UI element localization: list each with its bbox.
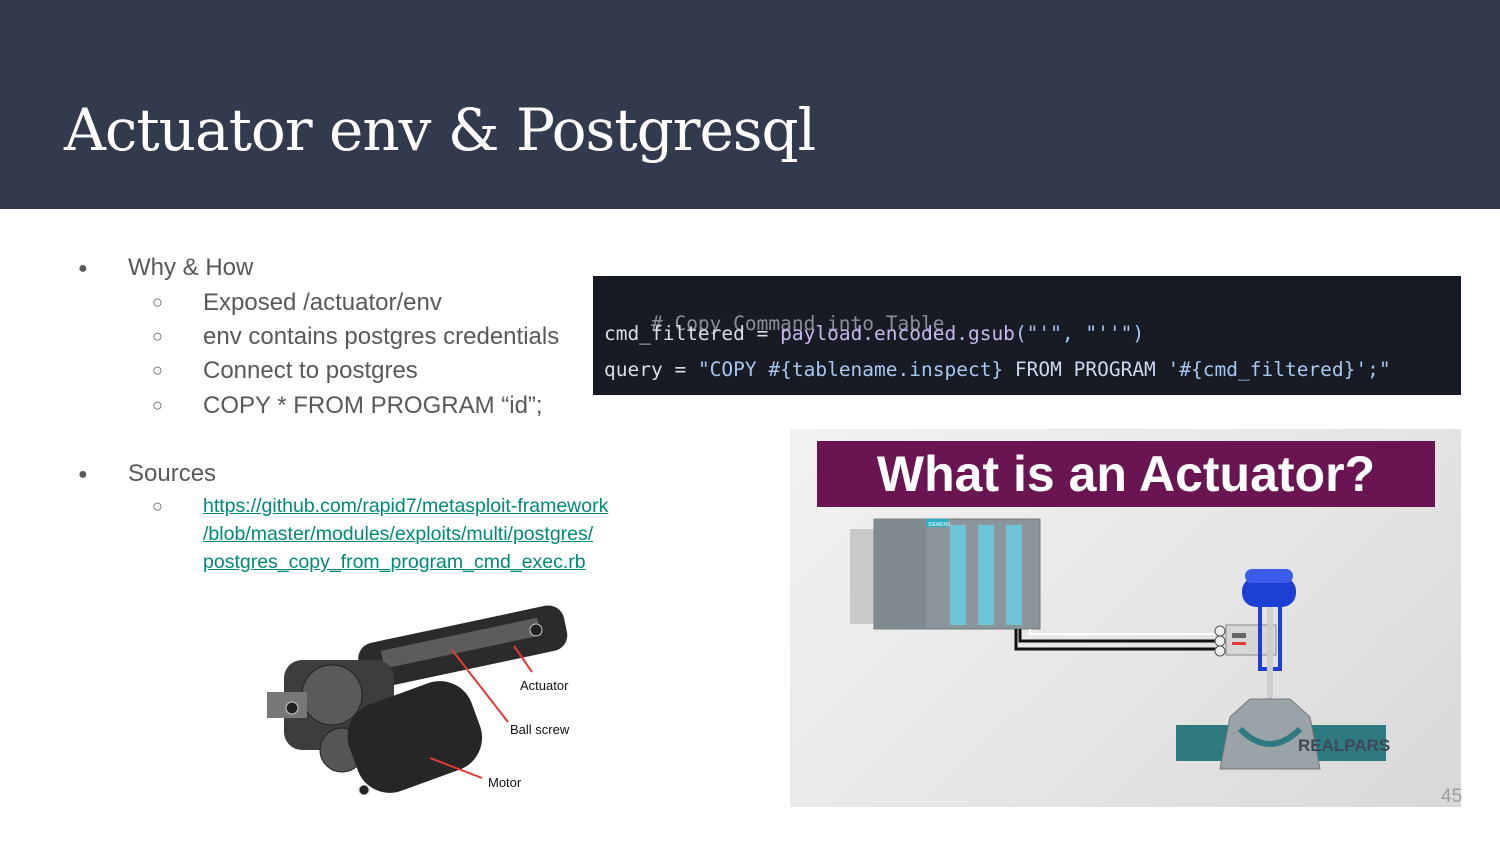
source-link-line-2[interactable]: /blob/master/modules/exploits/multi/post… xyxy=(203,520,593,548)
code-line-query: query = "COPY #{tablename.inspect} FROM … xyxy=(604,357,1391,383)
code-arguments: ("'", "''") xyxy=(1014,322,1145,345)
label-actuator: Actuator xyxy=(520,678,569,693)
signal-wire xyxy=(1029,629,1220,635)
gauge-icon xyxy=(1214,635,1226,647)
sub-bullet-copy: COPY * FROM PROGRAM “id”; xyxy=(203,392,543,419)
bullet-marker: ● xyxy=(78,466,88,483)
sub-bullet-marker: ○ xyxy=(152,360,163,380)
sub-bullet-credentials: env contains postgres credentials xyxy=(203,323,560,350)
bullet-marker: ● xyxy=(78,260,88,277)
code-keyword: FROM PROGRAM xyxy=(1014,358,1156,381)
gauge-icon xyxy=(1214,645,1226,657)
plc-cpu-module xyxy=(874,519,926,629)
code-operator: = xyxy=(662,358,698,381)
code-string: '#{cmd_filtered}';" xyxy=(1155,358,1391,381)
sub-bullet-marker: ○ xyxy=(152,395,163,415)
gear-icon xyxy=(301,664,363,726)
sub-bullet-marker: ○ xyxy=(152,326,163,346)
slide-title: Actuator env & Postgresql xyxy=(64,96,816,164)
sub-bullet-marker: ○ xyxy=(152,496,163,516)
sub-bullet-exposed: Exposed /actuator/env xyxy=(203,289,442,316)
linear-actuator-diagram: Actuator Ball screw Motor xyxy=(267,605,570,796)
sub-bullet-marker: ○ xyxy=(152,292,163,312)
page-number: 45 xyxy=(1441,786,1463,807)
code-operator: = xyxy=(744,322,781,345)
plc-rack-shadow xyxy=(850,529,874,624)
valve-body xyxy=(1219,698,1321,770)
actuator-illustration: What is an Actuator? SIEMENS REALPARS xyxy=(790,429,1461,807)
code-method-call: payload.encoded.gsub xyxy=(780,322,1015,345)
code-string: "COPY #{tablename.inspect} xyxy=(697,358,1015,381)
label-ball-screw: Ball screw xyxy=(510,722,570,737)
code-line-cmd-filtered: cmd_filtered = payload.encoded.gsub("'",… xyxy=(604,321,1144,347)
realpars-logo: REALPARS xyxy=(1298,736,1390,755)
label-motor: Motor xyxy=(488,775,522,790)
bullet-why-how: Why & How xyxy=(128,254,254,281)
code-variable: cmd_filtered xyxy=(604,322,745,345)
screw-icon xyxy=(285,701,299,715)
code-variable: query xyxy=(604,358,663,381)
source-link-line-1[interactable]: https://github.com/rapid7/metasploit-fra… xyxy=(203,492,608,520)
sub-bullet-connect: Connect to postgres xyxy=(203,357,418,384)
signal-wire xyxy=(1014,629,1220,651)
code-snippet: # Copy Command into Table cmd_filtered =… xyxy=(593,276,1461,395)
bullet-sources: Sources xyxy=(128,460,217,487)
title-bar: Actuator env & Postgresql xyxy=(0,0,1500,209)
plc-brand-label: SIEMENS xyxy=(928,522,951,528)
source-link-line-3[interactable]: postgres_copy_from_program_cmd_exec.rb xyxy=(203,548,586,576)
gauge-icon xyxy=(1214,625,1226,637)
plc-io-modules xyxy=(950,525,1022,625)
plc-valve-illustration: SIEMENS REALPARS xyxy=(850,518,1390,770)
